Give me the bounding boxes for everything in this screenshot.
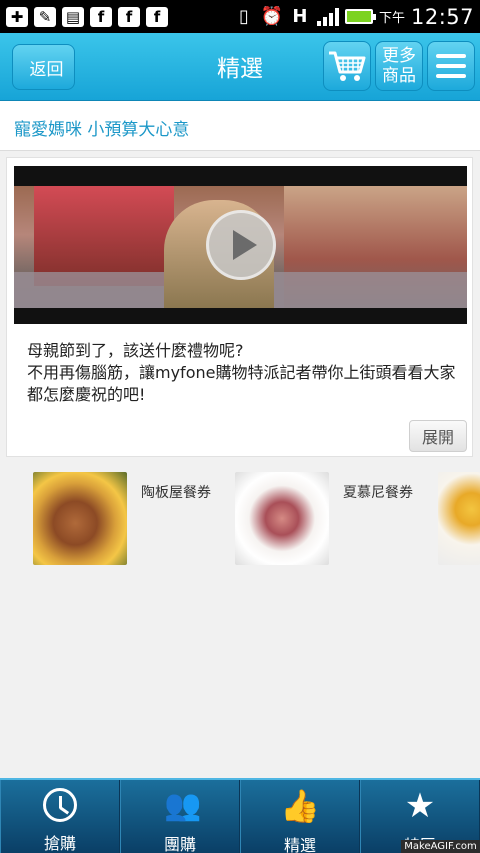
video-player[interactable] — [14, 166, 467, 324]
section-subtitle: 寵愛媽咪 小預算大心意 — [0, 101, 480, 151]
product-name[interactable]: 夏慕尼餐券 — [343, 482, 413, 502]
app-header: 返回 精選 更多 商品 — [0, 33, 480, 101]
video-description: 母親節到了，該送什麼禮物呢? 不用再傷腦筋，讓myfone購物特派記者帶你上街頭… — [27, 340, 467, 406]
more-label-line1: 更多 — [382, 46, 416, 66]
menu-icon-bar — [436, 74, 466, 78]
edit-icon: ✎ — [34, 6, 56, 27]
nav-label: 精選 — [283, 836, 316, 853]
description-line: 母親節到了，該送什麼禮物呢? — [27, 341, 244, 360]
status-time: 12:57 — [410, 4, 474, 29]
product-carousel[interactable]: 陶板屋餐券 夏慕尼餐券 — [0, 470, 480, 570]
play-icon[interactable] — [206, 210, 276, 280]
cart-icon — [329, 51, 366, 81]
star-icon: ★ — [404, 786, 436, 826]
signal-icon — [316, 7, 339, 26]
nav-label: 搶購 — [43, 834, 76, 853]
facebook-icon: f — [118, 6, 140, 27]
facebook-icon: f — [146, 6, 168, 27]
menu-icon-bar — [436, 64, 466, 68]
product-image[interactable] — [438, 472, 480, 565]
nav-item-featured[interactable]: 👍 精選 — [240, 780, 360, 853]
plus-box-icon: ✚ — [6, 6, 28, 27]
nav-item-flash-sale[interactable]: 搶購 — [0, 780, 120, 853]
more-label-line2: 商品 — [382, 66, 416, 86]
clock-icon — [43, 788, 77, 822]
image-icon: ▤ — [62, 6, 84, 27]
menu-icon — [436, 54, 466, 58]
status-ampm: 下午 — [378, 11, 405, 26]
video-bg-building — [34, 186, 174, 286]
facebook-icon: f — [90, 6, 112, 27]
more-products-button[interactable]: 更多 商品 — [375, 41, 423, 91]
watermark: MakeAGIF.com — [401, 840, 480, 853]
video-card: 母親節到了，該送什麼禮物呢? 不用再傷腦筋，讓myfone購物特派記者帶你上街頭… — [6, 157, 473, 457]
nav-item-group-buy[interactable]: 👥 團購 — [120, 780, 240, 853]
vibrate-icon: ▯ — [239, 6, 249, 27]
product-image[interactable] — [33, 472, 127, 565]
thumbs-up-icon: 👍 — [280, 787, 320, 825]
page-title: 精選 — [217, 56, 263, 82]
description-line: 不用再傷腦筋，讓myfone購物特派記者帶你上街頭看看大家都怎麼慶祝的吧! — [27, 363, 456, 404]
nav-label: 團購 — [163, 835, 196, 853]
product-name[interactable]: 陶板屋餐券 — [141, 482, 211, 502]
expand-button[interactable]: 展開 — [409, 420, 467, 452]
menu-button[interactable] — [427, 41, 475, 91]
cart-button[interactable] — [323, 41, 371, 91]
network-icon: H — [292, 6, 308, 27]
alarm-icon: ⏰ — [260, 6, 284, 27]
status-bar: ✚ ✎ ▤ f f f ▯ ⏰ H 下午 12:57 — [0, 0, 480, 33]
product-image[interactable] — [235, 472, 329, 565]
group-icon: 👥 — [164, 788, 201, 823]
battery-icon — [344, 9, 376, 24]
back-button[interactable]: 返回 — [12, 44, 75, 90]
